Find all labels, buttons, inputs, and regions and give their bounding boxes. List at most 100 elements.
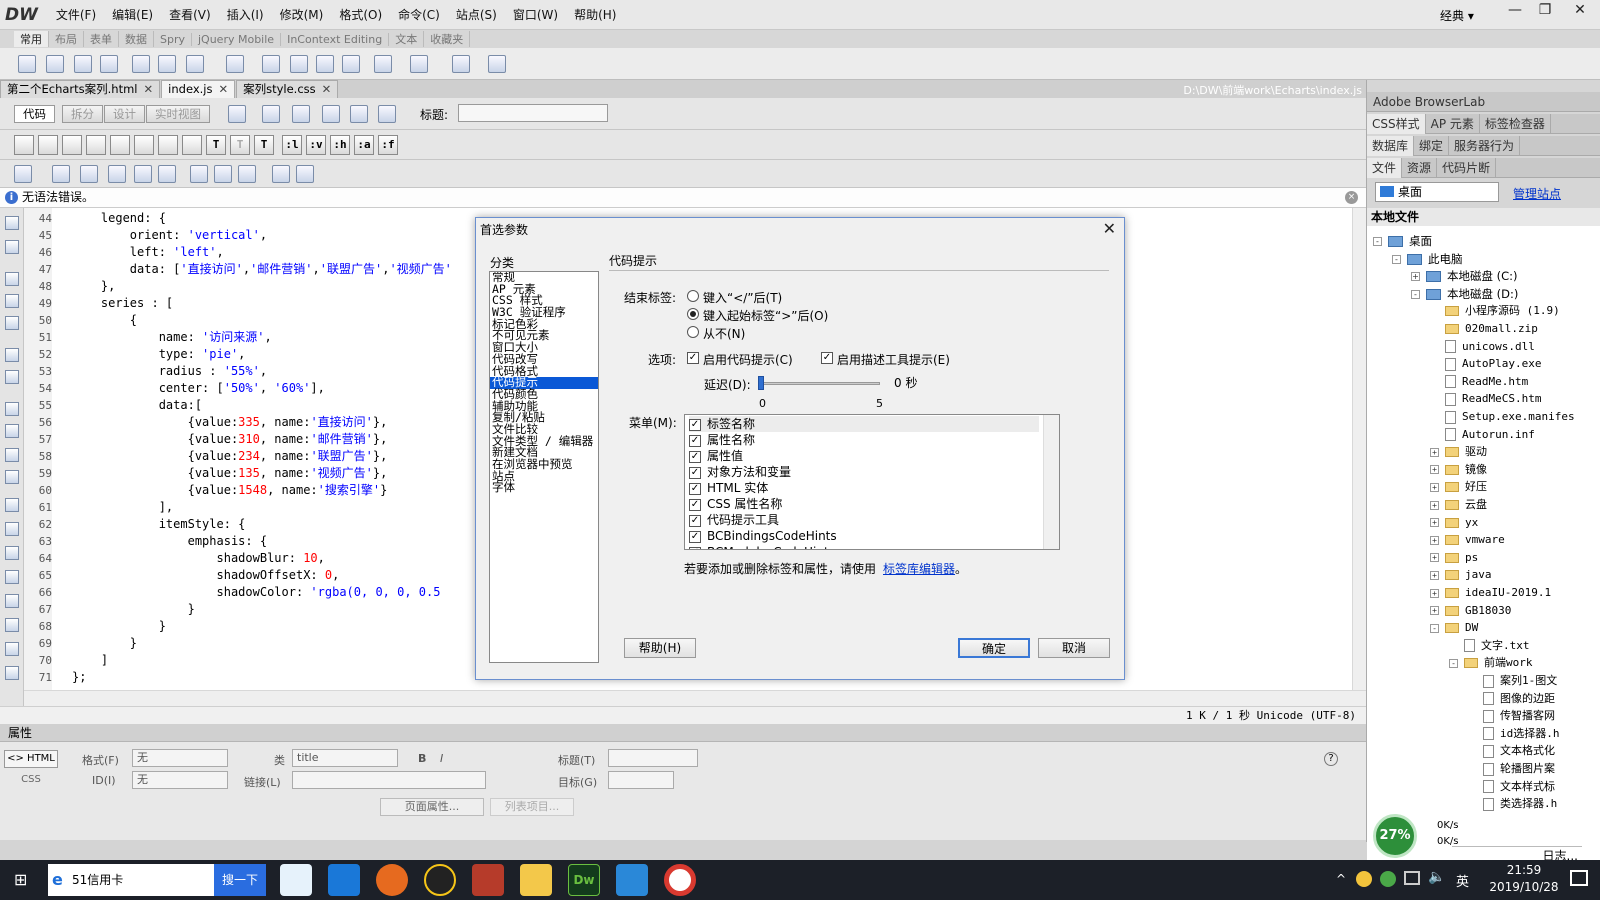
tray-volume-icon[interactable]: 🔈 xyxy=(1428,869,1445,885)
menu-option-checkbox[interactable]: ✓ xyxy=(689,466,701,479)
remove-comment-icon[interactable]: T xyxy=(254,135,274,155)
widget-icon[interactable] xyxy=(488,55,506,73)
doc-tab-indexjs[interactable]: index.js ✕ xyxy=(161,80,236,98)
chrome-icon[interactable] xyxy=(664,864,696,896)
firefox-icon[interactable] xyxy=(376,864,408,896)
css-props-button[interactable]: CSS xyxy=(4,772,58,790)
expand-all-icon[interactable] xyxy=(86,135,106,155)
code-view-button[interactable]: 代码 xyxy=(14,105,55,123)
snippet-a-button[interactable]: :a xyxy=(354,135,374,155)
template-icon[interactable] xyxy=(410,55,428,73)
syntax-error-side-icon[interactable] xyxy=(5,448,19,462)
close-tab-icon[interactable]: ✕ xyxy=(144,82,154,96)
close-tab-icon[interactable]: ✕ xyxy=(322,82,332,96)
menu-option-checkbox[interactable]: ✓ xyxy=(689,498,701,511)
file-tree-item[interactable]: + 好压 xyxy=(1430,478,1487,496)
tray-360-icon[interactable] xyxy=(1380,871,1396,887)
expand-node-icon[interactable]: + xyxy=(1430,570,1439,580)
tab-databases[interactable]: 数据库 xyxy=(1367,136,1415,156)
expand-node-icon[interactable]: + xyxy=(1430,518,1439,528)
file-tree-item[interactable]: + 驱动 xyxy=(1430,443,1487,461)
collapse-node-icon[interactable]: - xyxy=(1411,289,1420,299)
snippet-h-button[interactable]: :h xyxy=(330,135,350,155)
editor-horizontal-scrollbar[interactable] xyxy=(24,690,1366,706)
file-tree-item[interactable]: +类选择器.h xyxy=(1468,795,1557,813)
file-tree-item[interactable]: + ps xyxy=(1430,549,1478,567)
help-icon[interactable]: ? xyxy=(1324,752,1338,766)
highlight-invalid-icon[interactable] xyxy=(182,135,202,155)
clock-time[interactable]: 21:59 xyxy=(1494,863,1554,877)
menu-option-checkbox[interactable]: ✓ xyxy=(689,546,701,549)
file-tree-item[interactable]: +ReadMe.htm xyxy=(1430,373,1528,391)
new-file-icon[interactable] xyxy=(14,165,32,183)
tray-expand-icon[interactable]: ^ xyxy=(1336,872,1346,886)
windows-start-icon[interactable]: ⊞ xyxy=(14,871,32,889)
code-hint-menu-list[interactable]: ✓ 标签名称 ✓ 属性名称 ✓ 属性值 ✓ 对象方法和变量 ✓ HTML 实体 ✓ CSS 属性名称 ✓… xyxy=(684,414,1060,550)
insert-tab-incontext[interactable]: InContext Editing xyxy=(281,32,390,46)
wrap-tag-side-icon[interactable] xyxy=(5,546,19,560)
tab-tag-inspector[interactable]: 标签检查器 xyxy=(1480,114,1551,134)
tag-chooser-icon[interactable] xyxy=(452,55,470,73)
enable-tooltips-label[interactable]: 启用描述工具提示(E) xyxy=(837,351,950,368)
script-icon[interactable] xyxy=(374,55,392,73)
enable-code-hints-label[interactable]: 启用代码提示(C) xyxy=(703,351,793,368)
file-tree-item[interactable]: +Setup.exe.manifes xyxy=(1430,408,1575,426)
network-meter-badge[interactable]: 27% xyxy=(1373,814,1417,858)
multiscreen-icon[interactable] xyxy=(228,105,246,123)
design-view-button[interactable]: 设计 xyxy=(104,105,145,123)
dreamweaver-taskbar-icon[interactable]: Dw xyxy=(568,864,600,896)
delay-slider-track[interactable] xyxy=(758,382,880,385)
save-icon[interactable] xyxy=(108,165,126,183)
line-numbers-icon[interactable] xyxy=(158,135,178,155)
outdent-code-side-icon[interactable] xyxy=(5,642,19,656)
tray-network-icon[interactable] xyxy=(1404,871,1420,885)
balance-braces-icon[interactable] xyxy=(134,135,154,155)
vs-installer-icon[interactable] xyxy=(616,864,648,896)
expand-node-icon[interactable]: + xyxy=(1430,535,1439,545)
date-icon[interactable] xyxy=(262,55,280,73)
menu-option-checkbox[interactable]: ✓ xyxy=(689,418,701,431)
check-browser-icon[interactable] xyxy=(350,105,368,123)
menu-option-checkbox[interactable]: ✓ xyxy=(689,434,701,447)
id-select[interactable]: 无 xyxy=(132,771,228,789)
file-tree-item[interactable]: + 本地磁盘 (C:) xyxy=(1411,267,1518,285)
open-documents-icon[interactable] xyxy=(14,135,34,155)
menu-option-row[interactable]: ✓ 代码提示工具 xyxy=(689,512,779,528)
menu-option-row[interactable]: ✓ 标签名称 xyxy=(689,416,1039,432)
file-tree-item[interactable]: +小程序源码 (1.9) xyxy=(1430,302,1560,320)
html-props-button[interactable]: <> HTML xyxy=(4,750,58,768)
named-anchor-icon[interactable] xyxy=(74,55,92,73)
collapse-node-icon[interactable]: - xyxy=(1392,254,1401,264)
menu-option-row[interactable]: ✓ 对象方法和变量 xyxy=(689,464,791,480)
format-select[interactable]: 无 xyxy=(132,749,228,767)
menu-option-row[interactable]: ✓ HTML 实体 xyxy=(689,480,768,496)
file-tree-item[interactable]: + 镜像 xyxy=(1430,461,1487,479)
file-explorer-icon[interactable] xyxy=(520,864,552,896)
radio-close-after-slash[interactable] xyxy=(687,290,699,302)
restore-button[interactable]: ❐ xyxy=(1530,0,1560,22)
file-tree-item[interactable]: +图像的边距 xyxy=(1468,690,1555,708)
radio-never[interactable] xyxy=(687,326,699,338)
tab-assets[interactable]: 资源 xyxy=(1402,158,1438,178)
show-code-navigator-icon[interactable] xyxy=(5,240,19,254)
tray-qq-icon[interactable] xyxy=(1356,871,1372,887)
menu-view[interactable]: 查看(V) xyxy=(161,0,219,30)
select-parent-side-icon[interactable] xyxy=(5,348,19,362)
div-icon[interactable] xyxy=(158,55,176,73)
title-field-input[interactable] xyxy=(608,749,698,767)
expand-node-icon[interactable]: + xyxy=(1430,500,1439,510)
redo-icon[interactable] xyxy=(296,165,314,183)
page-properties-button[interactable]: 页面属性... xyxy=(380,798,484,816)
menu-option-checkbox[interactable]: ✓ xyxy=(689,530,701,543)
comment-icon[interactable] xyxy=(316,55,334,73)
insert-tab-forms[interactable]: 表单 xyxy=(84,31,119,47)
link-input[interactable] xyxy=(292,771,486,789)
document-title-input[interactable] xyxy=(458,104,608,122)
file-tree-item[interactable]: + ideaIU-2019.1 xyxy=(1430,584,1551,602)
auto-indent-side-icon[interactable] xyxy=(5,470,19,484)
split-view-button[interactable]: 拆分 xyxy=(62,105,103,123)
line-numbers-side-icon[interactable] xyxy=(5,402,19,416)
bold-button[interactable]: B xyxy=(418,752,426,765)
insert-tab-text[interactable]: 文本 xyxy=(389,31,425,47)
expand-node-icon[interactable]: + xyxy=(1430,553,1439,563)
